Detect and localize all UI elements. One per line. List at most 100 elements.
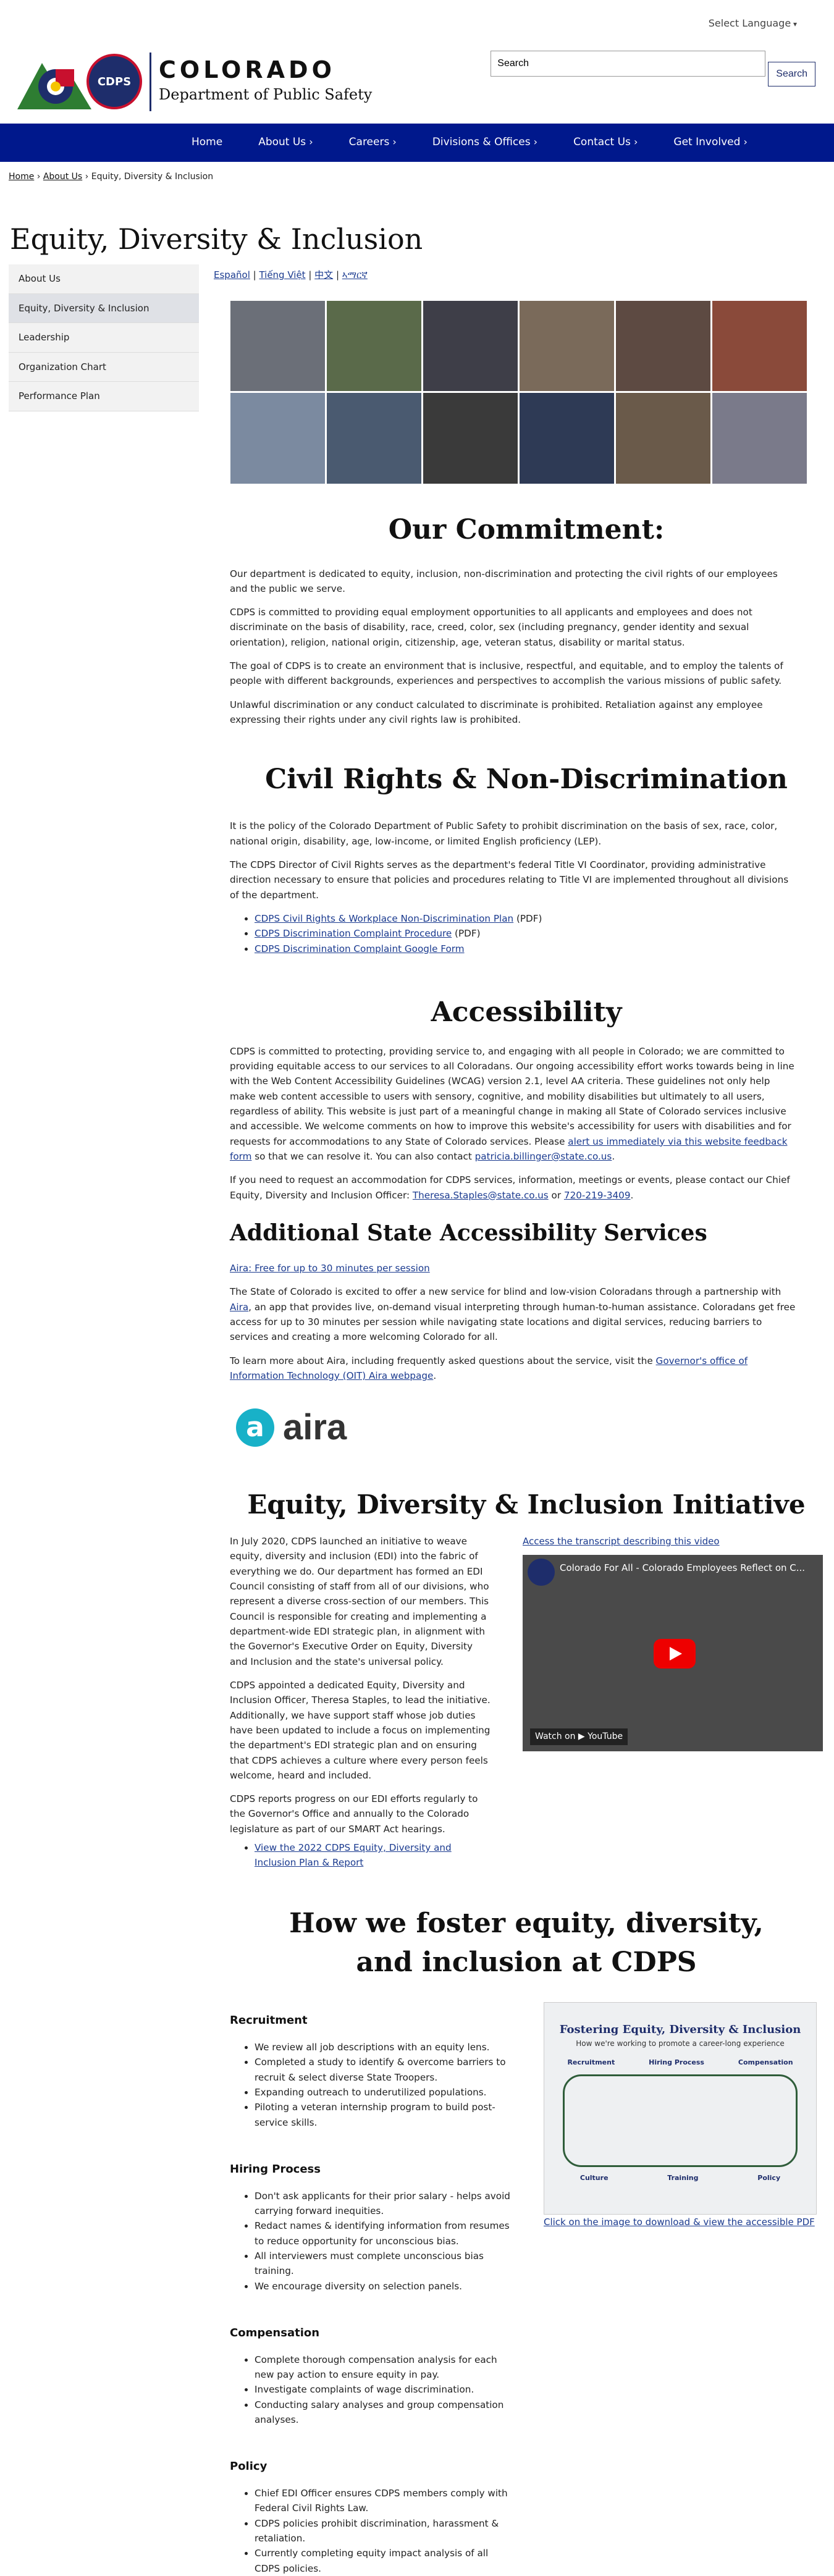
site-logo[interactable]: CDPS COLORADO Department of Public Safet… (17, 51, 372, 112)
contact-email-link[interactable]: patricia.billinger@state.co.us (475, 1151, 612, 1162)
accessibility-p1: CDPS is committed to protecting, providi… (230, 1045, 794, 1162)
list-item: CDPS Discrimination Complaint Google For… (255, 941, 823, 956)
nav-careers[interactable]: Careers (349, 135, 397, 151)
list-item: We encourage diversity on selection pane… (255, 2279, 512, 2294)
accessibility-p2: If you need to request an accommodation … (230, 1174, 790, 1201)
breadcrumb-home[interactable]: Home (9, 172, 34, 182)
site-header: CDPS COLORADO Department of Public Safet… (0, 43, 834, 124)
main-content: Español | Tiếng Việt | 中文 | ኣማርኛ (214, 264, 807, 484)
aira-logo: a aira (236, 1400, 823, 1454)
play-icon[interactable] (654, 1639, 696, 1669)
aira-p2: To learn more about Aira, including freq… (230, 1355, 748, 1381)
language-select[interactable]: Select Language (709, 16, 797, 31)
list-item: All interviewers must complete unconscio… (255, 2249, 512, 2279)
nav-home[interactable]: Home (192, 135, 222, 151)
edi-plan-report-link[interactable]: View the 2022 CDPS Equity, Diversity and… (255, 1842, 452, 1868)
breadcrumb-current: Equity, Diversity & Inclusion (91, 172, 214, 182)
channel-avatar (528, 1559, 555, 1586)
video-title: Colorado For All - Colorado Employees Re… (560, 1562, 806, 1574)
breadcrumb: Home › About Us › Equity, Diversity & In… (9, 172, 214, 182)
civil-rights-plan-link[interactable]: CDPS Civil Rights & Workplace Non-Discri… (255, 913, 513, 924)
logo-department-name: Department of Public Safety (159, 85, 373, 103)
list-item: Conducting salary analyses and group com… (255, 2397, 512, 2428)
edi-photo-collage (230, 300, 807, 484)
main-nav: Home About Us Careers Divisions & Office… (0, 124, 834, 162)
policy-heading: Policy (230, 2460, 267, 2473)
infographic-subtitle: How we're working to promote a career-lo… (576, 2039, 785, 2048)
nav-about-us[interactable]: About Us (258, 135, 313, 151)
colorado-logo-icon (17, 51, 91, 112)
page-title: Equity, Diversity & Inclusion (10, 222, 423, 256)
civil-rights-heading: Civil Rights & Non-Discrimination (265, 764, 788, 796)
commitment-p4: Unlawful discrimination or any conduct c… (230, 699, 763, 725)
list-item: View the 2022 CDPS Equity, Diversity and… (255, 1840, 491, 1871)
list-item: Complete thorough compensation analysis … (255, 2352, 512, 2383)
civil-rights-links: CDPS Civil Rights & Workplace Non-Discri… (255, 911, 823, 956)
nav-divisions-offices[interactable]: Divisions & Offices (432, 135, 537, 151)
list-item: Currently completing equity impact analy… (255, 2546, 512, 2576)
list-item: Expanding outreach to underutilized popu… (255, 2085, 512, 2100)
initiative-p1: In July 2020, CDPS launched an initiativ… (230, 1536, 489, 1667)
sidebar-item-performance-plan[interactable]: Performance Plan (9, 382, 199, 411)
search-form: Search (491, 51, 815, 86)
infographic-col-training: Training (667, 2173, 699, 2182)
initiative-p2: CDPS appointed a dedicated Equity, Diver… (230, 1679, 491, 1781)
aira-logo-word: aira (283, 1407, 347, 1448)
infographic-title: Fostering Equity, Diversity & Inclusion (559, 2023, 801, 2037)
cdps-badge-icon: CDPS (86, 54, 142, 109)
edi-officer-phone-link[interactable]: 720-219-3409 (564, 1190, 631, 1201)
sidebar-item-about-us[interactable]: About Us (9, 264, 199, 294)
commitment-heading: Our Commitment: (388, 513, 665, 545)
search-button[interactable]: Search (768, 62, 815, 86)
list-item: CDPS Civil Rights & Workplace Non-Discri… (255, 911, 823, 926)
hiring-heading: Hiring Process (230, 2162, 321, 2176)
compensation-heading: Compensation (230, 2326, 320, 2339)
civil-rights-p1: It is the policy of the Colorado Departm… (230, 820, 778, 847)
list-item: Piloting a veteran internship program to… (255, 2100, 512, 2130)
logo-divider (150, 52, 151, 111)
search-input[interactable] (491, 51, 766, 77)
list-item: Investigate complaints of wage discrimin… (255, 2382, 512, 2397)
aira-free-link[interactable]: Aira: Free for up to 30 minutes per sess… (230, 1263, 430, 1274)
breadcrumb-about[interactable]: About Us (43, 172, 82, 182)
infographic-col-recruitment: Recruitment (567, 2058, 615, 2067)
infographic-col-hiring: Hiring Process (649, 2058, 704, 2067)
lang-amharic[interactable]: ኣማርኛ (342, 269, 368, 280)
list-item: Completed a study to identify & overcome… (255, 2055, 512, 2085)
transcript-link[interactable]: Access the transcript describing this vi… (523, 1536, 720, 1547)
lang-spanish[interactable]: Español (214, 269, 250, 280)
accessibility-heading: Accessibility (431, 996, 622, 1028)
infographic-path (563, 2074, 798, 2167)
nav-get-involved[interactable]: Get Involved (673, 135, 747, 151)
sidebar-item-leadership[interactable]: Leadership (9, 323, 199, 353)
list-item: CDPS policies prohibit discrimination, h… (255, 2516, 512, 2546)
infographic-pdf-link[interactable]: Click on the image to download & view th… (544, 2216, 815, 2228)
aira-p1: The State of Colorado is excited to offe… (230, 1286, 796, 1343)
recruitment-heading: Recruitment (230, 2014, 308, 2027)
commitment-p1: Our department is dedicated to equity, i… (230, 568, 778, 594)
infographic-col-culture: Culture (579, 2173, 609, 2182)
youtube-video[interactable]: Colorado For All - Colorado Employees Re… (523, 1555, 823, 1752)
initiative-heading: Equity, Diversity & Inclusion Initiative (247, 1489, 806, 1520)
edi-infographic[interactable]: Fostering Equity, Diversity & Inclusion … (544, 2002, 817, 2215)
nav-contact-us[interactable]: Contact Us (573, 135, 638, 151)
sidebar-item-org-chart[interactable]: Organization Chart (9, 352, 199, 382)
commitment-p3: The goal of CDPS is to create an environ… (230, 660, 783, 687)
infographic-col-compensation: Compensation (738, 2058, 793, 2067)
language-links: Español | Tiếng Việt | 中文 | ኣማርኛ (214, 269, 368, 280)
sidebar-item-edi[interactable]: Equity, Diversity & Inclusion (9, 293, 199, 323)
lang-chinese[interactable]: 中文 (314, 269, 333, 280)
complaint-form-link[interactable]: CDPS Discrimination Complaint Google For… (255, 943, 465, 954)
lang-vietnamese[interactable]: Tiếng Việt (259, 269, 305, 280)
complaint-procedure-link[interactable]: CDPS Discrimination Complaint Procedure (255, 928, 452, 939)
list-item: We review all job descriptions with an e… (255, 2040, 512, 2055)
commitment-p2: CDPS is committed to providing equal emp… (230, 607, 752, 648)
list-item: Don't ask applicants for their prior sal… (255, 2189, 512, 2219)
watch-on-youtube-button[interactable]: Watch on ▶ YouTube (530, 1728, 628, 1746)
infographic-col-policy: Policy (757, 2173, 781, 2182)
list-item: CDPS Discrimination Complaint Procedure … (255, 926, 823, 941)
edi-officer-email-link[interactable]: Theresa.Staples@state.co.us (413, 1190, 549, 1201)
list-item: Chief EDI Officer ensures CDPS members c… (255, 2486, 512, 2516)
civil-rights-p2: The CDPS Director of Civil Rights serves… (230, 859, 789, 901)
aira-link[interactable]: Aira (230, 1302, 248, 1313)
